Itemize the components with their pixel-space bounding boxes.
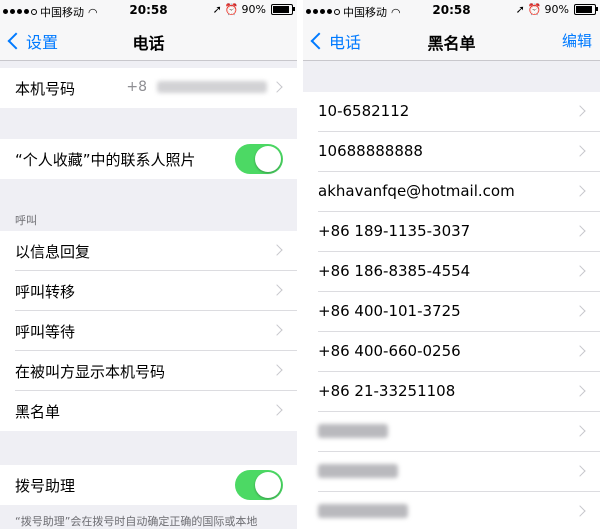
blacklist-entry-redacted[interactable]: [303, 412, 600, 452]
blacklist-entry[interactable]: akhavanfqe@hotmail.com: [303, 172, 600, 212]
chevron-right-icon: [574, 225, 586, 237]
call-item-label: 黑名单: [15, 403, 61, 421]
call-item-label: 呼叫转移: [15, 283, 76, 301]
dial-assist-label: 拨号助理: [15, 477, 76, 495]
blacklist-entry[interactable]: 10688888888: [303, 132, 600, 172]
blacklist-entry[interactable]: +86 21-33251108: [303, 372, 600, 412]
status-bar: 中国移动 ◠ 20:58 ➚ ⏰ 90%: [0, 0, 297, 20]
call-item-label: 以信息回复: [15, 243, 91, 261]
call-item-label: 在被叫方显示本机号码: [15, 363, 166, 381]
contacts-photo-label: “个人收藏”中的联系人照片: [15, 151, 196, 169]
entry-label: 10-6582112: [318, 102, 410, 120]
entry-label: akhavanfqe@hotmail.com: [318, 182, 515, 200]
chevron-right-icon: [574, 105, 586, 117]
my-number-value: +8: [126, 79, 147, 95]
chevron-right-icon: [574, 265, 586, 277]
battery-icon: [271, 4, 295, 15]
location-icon: ➚: [212, 3, 222, 16]
entry-label: +86 400-660-0256: [318, 342, 461, 360]
battery-percent: 90%: [544, 3, 569, 16]
section-header-calls: 呼叫: [15, 214, 37, 227]
blacklist-entry[interactable]: +86 400-101-3725: [303, 292, 600, 332]
entry-label: +86 186-8385-4554: [318, 262, 471, 280]
contacts-photo-row: “个人收藏”中的联系人照片: [0, 139, 297, 179]
alarm-icon: ⏰: [527, 3, 542, 16]
call-item-waiting[interactable]: 呼叫等待: [0, 311, 297, 351]
chevron-right-icon: [574, 385, 586, 397]
chevron-right-icon: [271, 244, 283, 256]
dial-assist-footer: “拨号助理”会在拨号时自动确定正确的国际或本地: [15, 515, 258, 528]
chevron-right-icon: [574, 305, 586, 317]
call-item-forwarding[interactable]: 呼叫转移: [0, 271, 297, 311]
alarm-icon: ⏰: [224, 3, 239, 16]
dial-assist-toggle[interactable]: [235, 470, 283, 500]
chevron-right-icon: [574, 505, 586, 517]
my-number-label: 本机号码: [15, 80, 76, 98]
battery-percent: 90%: [241, 3, 266, 16]
phone-settings-screen: 中国移动 ◠ 20:58 ➚ ⏰ 90% 设置 电话 本机号码 +8 “个人收藏…: [0, 0, 297, 529]
call-item-reply[interactable]: 以信息回复: [0, 231, 297, 271]
redacted-entry: [318, 464, 398, 478]
blacklist-entry[interactable]: +86 400-660-0256: [303, 332, 600, 372]
entry-label: +86 189-1135-3037: [318, 222, 471, 240]
chevron-right-icon: [271, 364, 283, 376]
navigation-bar: 电话 黑名单 编辑: [303, 20, 600, 61]
dial-assist-row: 拨号助理: [0, 465, 297, 505]
contacts-photo-toggle[interactable]: [235, 144, 283, 174]
blacklist-screen: 中国移动 ◠ 20:58 ➚ ⏰ 90% 电话 黑名单 编辑 10-658211…: [303, 0, 600, 529]
entry-label: 10688888888: [318, 142, 423, 160]
chevron-right-icon: [271, 324, 283, 336]
chevron-right-icon: [271, 81, 283, 93]
entry-label: +86 21-33251108: [318, 382, 456, 400]
call-item-caller-id[interactable]: 在被叫方显示本机号码: [0, 351, 297, 391]
my-number-row[interactable]: 本机号码 +8: [0, 68, 297, 108]
location-icon: ➚: [515, 3, 525, 16]
chevron-right-icon: [271, 404, 283, 416]
blacklist-entry-redacted[interactable]: [303, 452, 600, 492]
call-item-label: 呼叫等待: [15, 323, 76, 341]
redacted-number: [157, 81, 267, 93]
chevron-right-icon: [574, 465, 586, 477]
page-title: 电话: [132, 34, 165, 53]
redacted-entry: [318, 424, 388, 438]
call-item-blacklist[interactable]: 黑名单: [0, 391, 297, 431]
battery-icon: [574, 4, 598, 15]
chevron-right-icon: [574, 145, 586, 157]
blacklist-entry[interactable]: +86 189-1135-3037: [303, 212, 600, 252]
navigation-bar: 设置 电话: [0, 20, 297, 61]
blacklist-entry[interactable]: 10-6582112: [303, 92, 600, 132]
chevron-right-icon: [574, 185, 586, 197]
edit-button[interactable]: 编辑: [562, 30, 592, 51]
chevron-right-icon: [271, 284, 283, 296]
blacklist-entry[interactable]: +86 186-8385-4554: [303, 252, 600, 292]
page-title: 黑名单: [427, 34, 476, 53]
redacted-entry: [318, 504, 408, 518]
chevron-right-icon: [574, 425, 586, 437]
chevron-right-icon: [574, 345, 586, 357]
blacklist-entry-redacted[interactable]: [303, 492, 600, 529]
entry-label: +86 400-101-3725: [318, 302, 461, 320]
status-bar: 中国移动 ◠ 20:58 ➚ ⏰ 90%: [303, 0, 600, 20]
